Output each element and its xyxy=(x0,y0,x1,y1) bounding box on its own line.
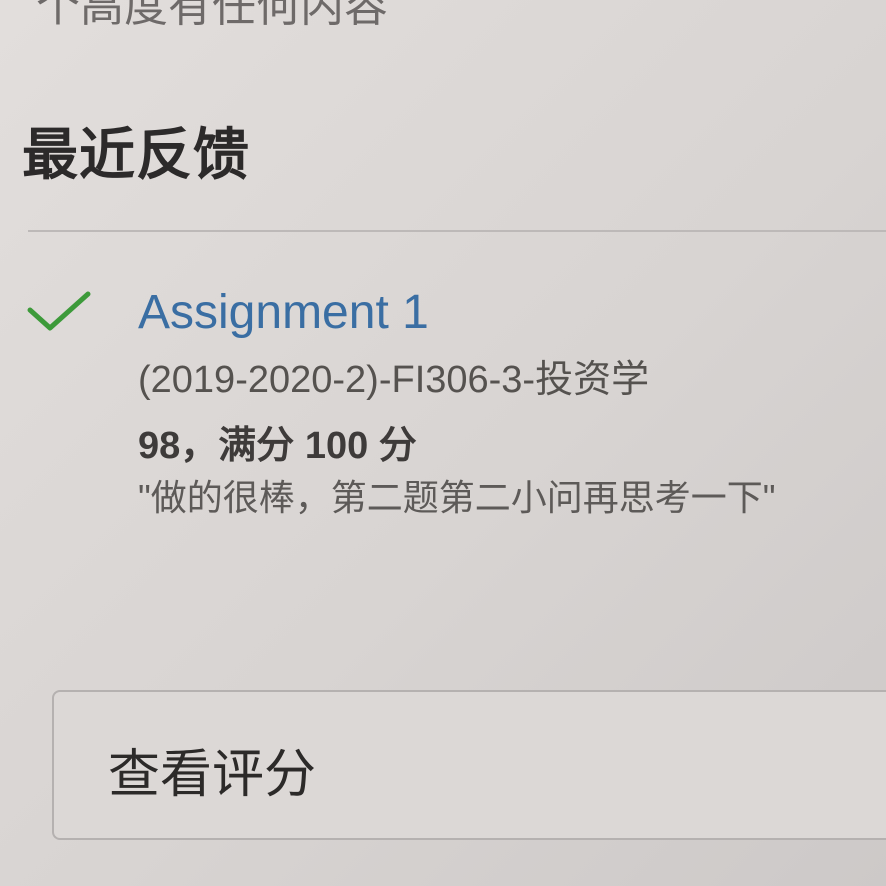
divider xyxy=(28,230,886,232)
section-title-recent-feedback: 最近反馈 xyxy=(22,123,250,188)
assignment-link[interactable]: Assignment 1 xyxy=(138,282,878,344)
screen: 个高度有任何内容 最近反馈 Assignment 1 (2019-2020-2)… xyxy=(0,0,886,886)
partial-top-text: 个高度有任何内容 xyxy=(36,0,388,32)
score-text: 98，满分 100 分 xyxy=(138,425,417,467)
course-name: (2019-2020-2)-FI306-3-投资学 xyxy=(138,359,650,401)
check-icon xyxy=(27,291,91,331)
feedback-item: Assignment 1 (2019-2020-2)-FI306-3-投资学 9… xyxy=(138,282,878,524)
view-grades-button[interactable]: 查看评分 xyxy=(52,690,886,840)
feedback-comment: "做的很棒，第二题第二小问再思考一下" xyxy=(138,477,776,518)
view-grades-label: 查看评分 xyxy=(108,745,317,805)
